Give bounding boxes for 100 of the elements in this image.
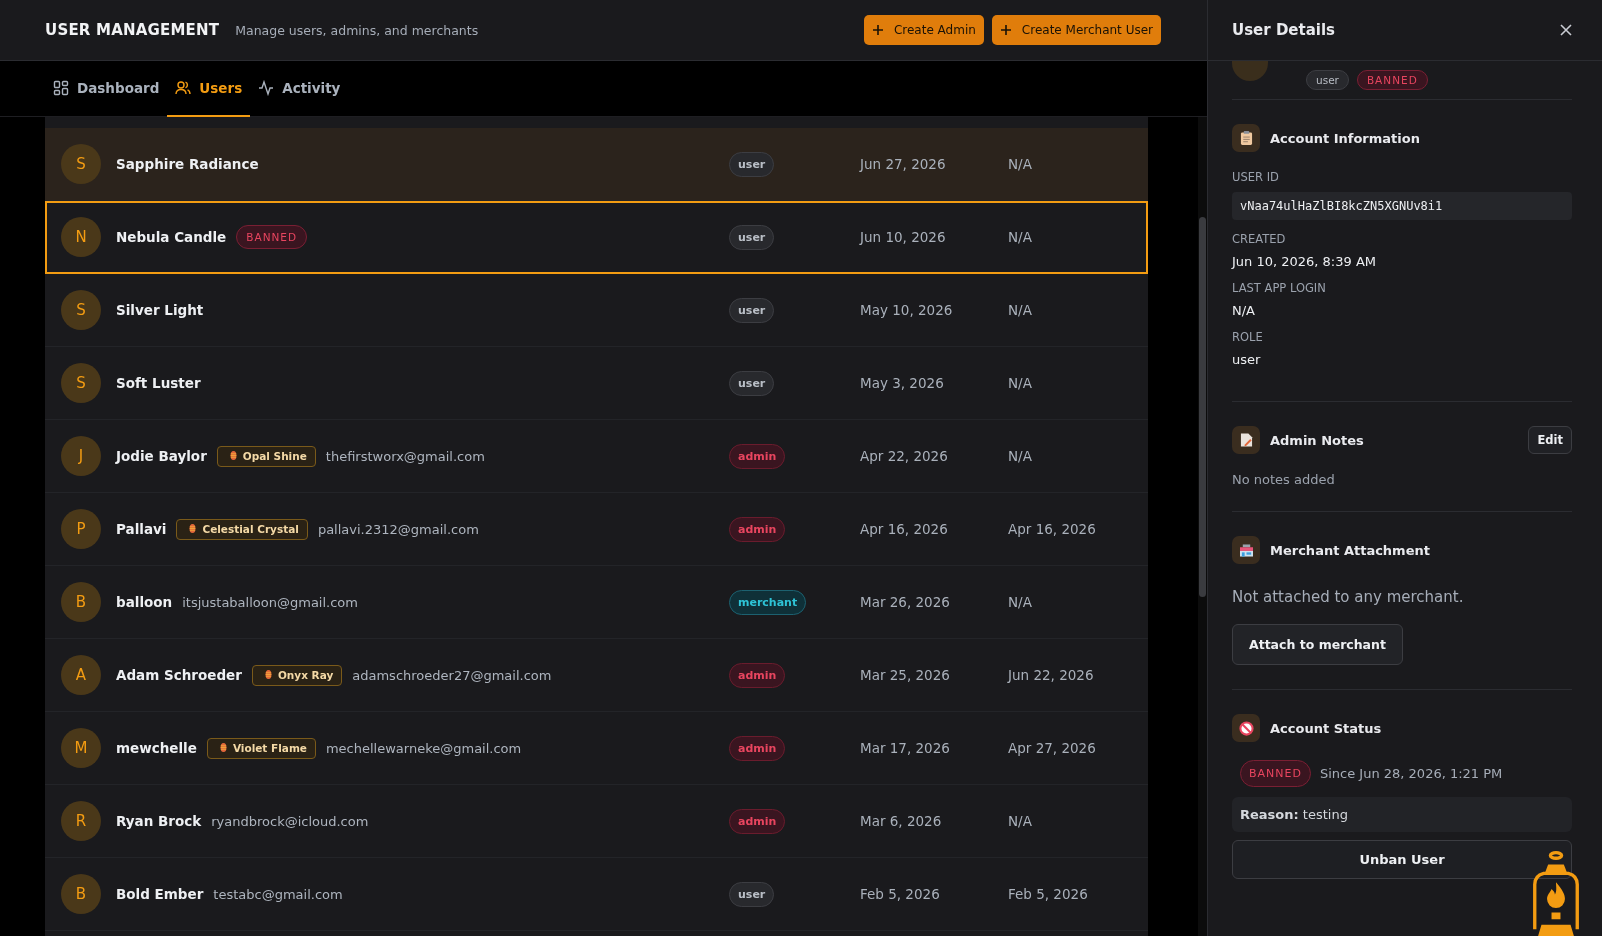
activity-icon bbox=[258, 80, 275, 96]
user-name: Jodie Baylor bbox=[116, 448, 207, 464]
user-id-value: vNaa74ulHaZlBI8kcZN5XGNUv8i1 bbox=[1232, 192, 1572, 220]
user-email: ryandbrock@icloud.com bbox=[211, 813, 369, 829]
last-login-date: Apr 27, 2026 bbox=[1008, 740, 1097, 756]
edit-button[interactable]: Edit bbox=[1528, 426, 1572, 454]
status-badge: BANNED bbox=[1356, 70, 1428, 90]
user-name: Silver Light bbox=[116, 302, 204, 318]
section-title: Merchant Attachment bbox=[1270, 542, 1431, 558]
created-date: Mar 25, 2026 bbox=[860, 667, 951, 683]
last-login-date: N/A bbox=[1008, 594, 1033, 610]
role-badge: user bbox=[729, 881, 775, 907]
nav-tab[interactable]: Dashboard bbox=[45, 61, 168, 117]
tag-label: Onyx Ray bbox=[277, 668, 334, 681]
user-row[interactable]: S Silver Light user May 10, 2026 N/A bbox=[45, 274, 1148, 347]
role-badge: admin bbox=[729, 662, 786, 688]
user-name: Soft Luster bbox=[116, 375, 201, 391]
user-name: balloon bbox=[116, 594, 173, 610]
created-date: Mar 26, 2026 bbox=[860, 594, 951, 610]
created-date: Feb 5, 2026 bbox=[860, 886, 941, 902]
avatar-initial: B bbox=[61, 874, 101, 914]
grid-icon bbox=[53, 80, 69, 96]
store-icon bbox=[1232, 536, 1260, 564]
role-badge: user bbox=[729, 151, 775, 177]
role-badge: admin bbox=[729, 443, 786, 469]
last-login-date: N/A bbox=[1008, 156, 1033, 172]
avatar-initial: A bbox=[61, 655, 101, 695]
note-icon bbox=[1232, 426, 1260, 454]
user-name: Adam Schroeder bbox=[116, 667, 242, 683]
user-row[interactable]: S Sapphire Radiance user Jun 27, 2026 N/A bbox=[45, 128, 1148, 201]
user-name: Nebula Candle bbox=[116, 229, 227, 245]
merchant-status-text: Not attached to any merchant. bbox=[1232, 588, 1465, 606]
plus-icon bbox=[999, 24, 1012, 36]
plus-icon bbox=[871, 24, 884, 36]
tag-label: Celestial Crystal bbox=[202, 522, 299, 535]
user-row[interactable]: P Pallavi Celestial Crystal pallavi.2312@gmail.com admin Apr 16, 2026 Apr 16, 2026 bbox=[45, 493, 1148, 566]
avatar-initial: P bbox=[61, 509, 101, 549]
section-title: Account Information bbox=[1270, 130, 1421, 146]
prohibited-icon bbox=[1232, 714, 1260, 742]
created-date: Mar 6, 2026 bbox=[860, 813, 943, 829]
scrollbar[interactable] bbox=[1198, 117, 1207, 936]
section-title: Admin Notes bbox=[1270, 432, 1365, 448]
users-icon bbox=[175, 80, 192, 96]
last-login-date: N/A bbox=[1008, 813, 1033, 829]
created-date: Mar 17, 2026 bbox=[860, 740, 951, 756]
field-label: ROLE bbox=[1232, 330, 1264, 344]
created-date: Apr 22, 2026 bbox=[860, 448, 949, 464]
last-login-date: Jun 22, 2026 bbox=[1008, 667, 1095, 683]
banned-since-text: Since Jun 28, 2026, 1:21 PM bbox=[1319, 766, 1503, 781]
created-date: May 10, 2026 bbox=[860, 302, 954, 318]
unban-button[interactable]: Unban User bbox=[1232, 840, 1572, 879]
lantern-icon bbox=[229, 450, 237, 461]
field-label: USER ID bbox=[1232, 170, 1280, 184]
banned-badge: BANNED bbox=[1240, 760, 1311, 787]
created-date: Apr 16, 2026 bbox=[860, 521, 949, 537]
user-row[interactable]: N Nebula Candle BANNED user Jun 10, 2026 N/A bbox=[45, 201, 1148, 274]
role-badge: user bbox=[729, 370, 775, 396]
user-row[interactable]: B balloon itsjustaballoon@gmail.com merchant Mar 26, 2026 N/A bbox=[45, 566, 1148, 639]
user-row[interactable]: R Ryan Brock ryandbrock@icloud.com admin Mar 6, 2026 N/A bbox=[45, 785, 1148, 858]
nav-tab[interactable]: Activity bbox=[250, 61, 349, 117]
tag-label: Opal Shine bbox=[242, 449, 307, 462]
create-button[interactable]: Create Admin bbox=[863, 15, 984, 45]
avatar-initial: J bbox=[61, 436, 101, 476]
field-value: user bbox=[1232, 352, 1262, 367]
user-name: Sapphire Radiance bbox=[116, 156, 259, 172]
user-email: thefirstworx@gmail.com bbox=[325, 448, 485, 464]
field-value: Jun 10, 2026, 8:39 AM bbox=[1232, 254, 1378, 269]
user-row[interactable]: B Bold Ember testabc@gmail.com user Feb 5, 2026 Feb 5, 2026 bbox=[45, 858, 1148, 931]
avatar-initial: S bbox=[61, 144, 101, 184]
last-login-date: N/A bbox=[1008, 229, 1033, 245]
last-login-date: N/A bbox=[1008, 448, 1033, 464]
avatar-initial: S bbox=[61, 290, 101, 330]
page-title: USER MANAGEMENT bbox=[45, 21, 220, 39]
section-title: Account Status bbox=[1270, 720, 1383, 736]
lantern-icon bbox=[219, 742, 227, 753]
avatar-initial: B bbox=[61, 582, 101, 622]
close-icon[interactable] bbox=[1560, 24, 1572, 36]
user-row[interactable]: A Adam Schroeder Onyx Ray adamschroeder27@gmail.com admin Mar 25, 2026 Jun 22, 2026 bbox=[45, 639, 1148, 712]
role-badge: admin bbox=[729, 808, 786, 834]
user-email: mechellewarneke@gmail.com bbox=[325, 740, 522, 756]
user-email: adamschroeder27@gmail.com bbox=[352, 667, 552, 683]
user-email: pallavi.2312@gmail.com bbox=[317, 521, 479, 537]
role-badge: admin bbox=[729, 516, 786, 542]
attach-merchant-button[interactable]: Attach to merchant bbox=[1232, 624, 1403, 665]
user-name: Ryan Brock bbox=[116, 813, 202, 829]
create-button[interactable]: Create Merchant User bbox=[991, 15, 1161, 45]
role-badge: user bbox=[729, 224, 775, 250]
panel-title: User Details bbox=[1232, 21, 1336, 39]
last-login-date: Feb 5, 2026 bbox=[1008, 886, 1089, 902]
banned-badge: BANNED bbox=[236, 225, 308, 249]
user-name: Bold Ember bbox=[116, 886, 204, 902]
last-login-date: N/A bbox=[1008, 302, 1033, 318]
user-name: mewchelle bbox=[116, 740, 197, 756]
user-row[interactable]: M mewchelle Violet Flame mechellewarneke@gmail.com admin Mar 17, 2026 Apr 27, 2026 bbox=[45, 712, 1148, 785]
user-row[interactable]: S Soft Luster user May 3, 2026 N/A bbox=[45, 347, 1148, 420]
ban-reason: Reason: testing bbox=[1232, 797, 1572, 832]
lantern-icon bbox=[189, 523, 197, 534]
user-row[interactable]: J Jodie Baylor Opal Shine thefirstworx@gmail.com admin Apr 22, 2026 N/A bbox=[45, 420, 1148, 493]
field-label: LAST APP LOGIN bbox=[1232, 281, 1327, 295]
field-label: CREATED bbox=[1232, 232, 1287, 246]
